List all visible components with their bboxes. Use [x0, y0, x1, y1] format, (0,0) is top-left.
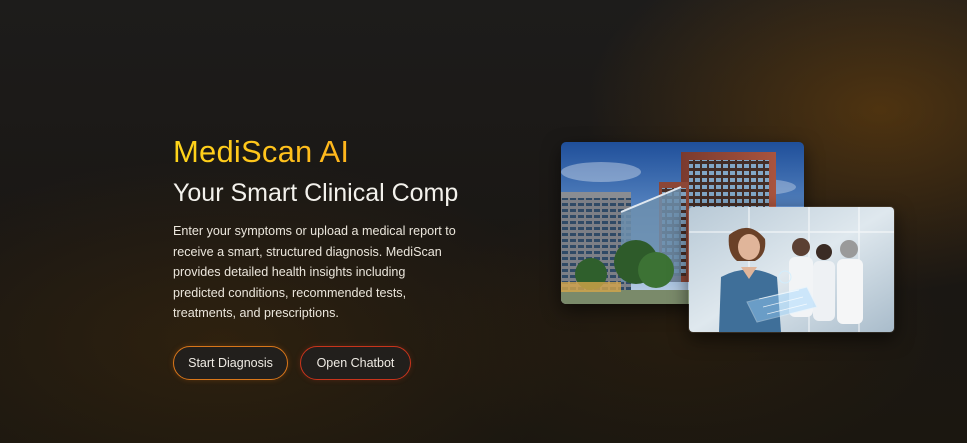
hero-actions: Start Diagnosis Open Chatbot	[173, 346, 411, 380]
hero-section: MediScan AI Your Smart Clinical Comp Ent…	[0, 0, 967, 443]
hero-text-column: MediScan AI Your Smart Clinical Comp Ent…	[173, 133, 503, 324]
open-chatbot-button[interactable]: Open Chatbot	[300, 346, 411, 380]
start-diagnosis-button[interactable]: Start Diagnosis	[173, 346, 288, 380]
medical-staff-image	[688, 206, 895, 333]
medical-staff-illustration	[689, 207, 894, 332]
hero-description: Enter your symptoms or upload a medical …	[173, 224, 456, 320]
brand-title: MediScan AI	[173, 133, 503, 171]
hero-subtitle: Your Smart Clinical Comp	[173, 179, 459, 207]
